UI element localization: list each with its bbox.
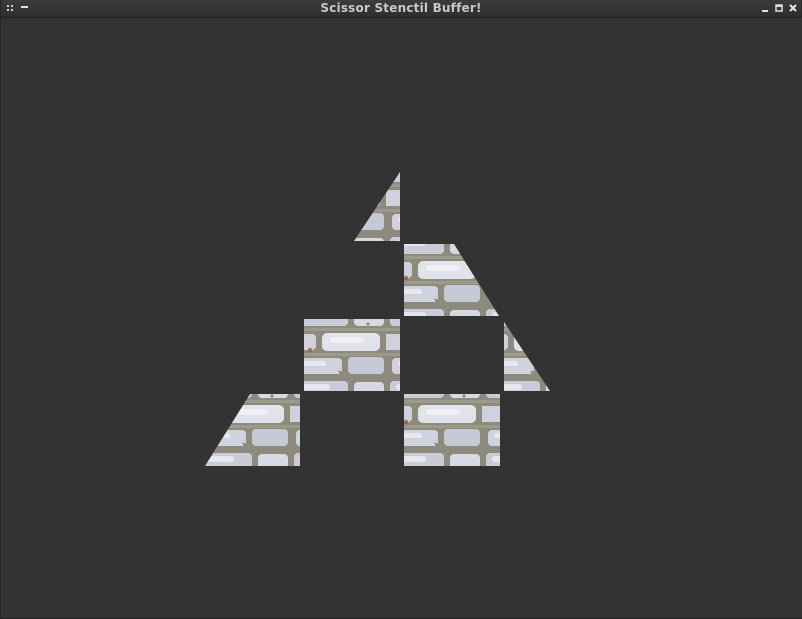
texture-shard-upper-right (404, 244, 499, 316)
stenciled-scene (205, 172, 550, 466)
window-title: Scissor Stenctil Buffer! (320, 1, 482, 15)
texture-shard-top (354, 172, 400, 241)
texture-shard-middle-left (304, 319, 400, 391)
close-icon[interactable] (787, 2, 799, 14)
maximize-icon[interactable] (773, 2, 785, 14)
render-canvas[interactable] (2, 18, 802, 618)
texture-shard-bottom-left (205, 394, 300, 466)
texture-shard-bottom-right (404, 394, 500, 466)
minimize-icon[interactable] (759, 2, 771, 14)
app-window: Scissor Stenctil Buffer! (0, 0, 802, 619)
texture-shard-middle-right (504, 322, 550, 391)
title-bar[interactable]: Scissor Stenctil Buffer! (1, 0, 801, 18)
